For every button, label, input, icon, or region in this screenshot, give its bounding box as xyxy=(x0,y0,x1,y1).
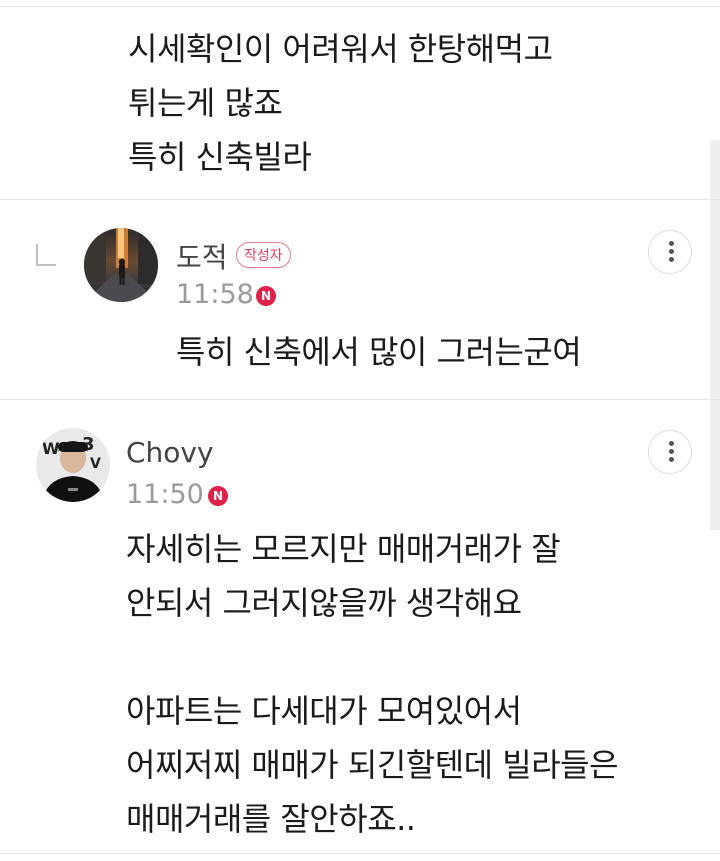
top-divider xyxy=(0,6,720,7)
more-vertical-icon-dot xyxy=(668,249,674,254)
svg-text:W: W xyxy=(42,439,60,458)
new-n-icon: N xyxy=(256,286,276,306)
comment-author-name[interactable]: Chovy xyxy=(126,436,214,469)
more-options-button[interactable] xyxy=(648,430,692,474)
reply-indent-icon xyxy=(36,244,56,266)
comment-time: 11:50 xyxy=(126,479,204,510)
comment-text: 시세확인이 어려워서 한탕해먹고 튀는게 많죠 특히 신축빌라 xyxy=(128,30,553,176)
more-vertical-icon xyxy=(668,241,674,246)
comment-text: 특히 신축에서 많이 그러는군여 xyxy=(176,333,582,371)
author-badge: 작성자 xyxy=(236,242,291,268)
avatar[interactable] xyxy=(84,228,158,302)
more-vertical-icon-dot xyxy=(668,457,674,462)
avatar-image: 3 W V xyxy=(36,428,110,502)
comment-time: 11:58 xyxy=(176,279,254,310)
more-vertical-icon xyxy=(668,441,674,446)
new-n-icon: N xyxy=(208,486,228,506)
comment-divider xyxy=(0,399,720,400)
avatar-image xyxy=(84,228,158,302)
more-options-button[interactable] xyxy=(648,230,692,274)
comment-divider xyxy=(0,853,720,854)
comment-text: 자세히는 모르지만 매매거래가 잘 안되서 그러지않을까 생각해요 아파트는 다… xyxy=(126,530,619,838)
comment-author-name[interactable]: 도적 xyxy=(176,236,228,276)
svg-text:V: V xyxy=(90,456,101,472)
more-vertical-icon-dot xyxy=(668,449,674,454)
more-vertical-icon-dot xyxy=(668,257,674,262)
comment-divider xyxy=(0,199,720,200)
avatar[interactable]: 3 W V xyxy=(36,428,110,502)
